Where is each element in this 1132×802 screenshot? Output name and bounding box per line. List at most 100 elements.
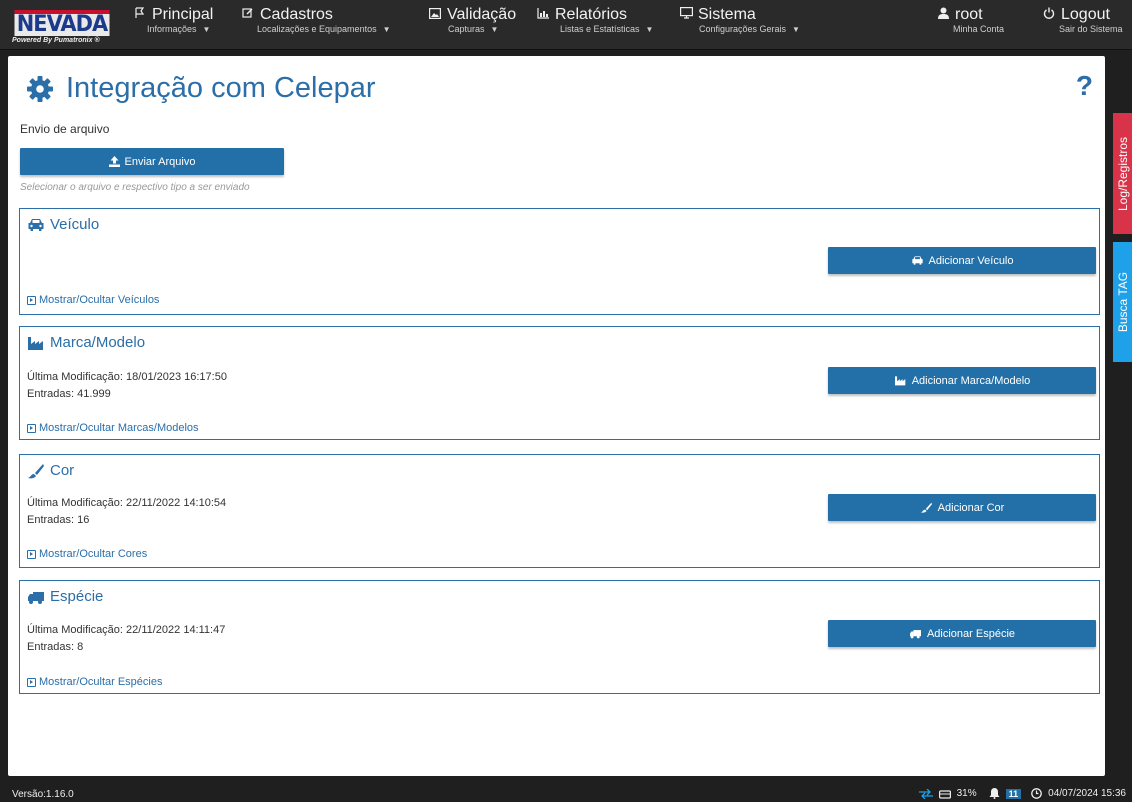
toggle-especies-label: Mostrar/Ocultar Espécies <box>39 676 163 688</box>
enviar-arquivo-label: Enviar Arquivo <box>124 155 196 168</box>
cor-last-modified: Última Modificação: 22/11/2022 14:10:54 <box>27 497 227 509</box>
transfer-icon[interactable] <box>918 788 933 799</box>
paint-brush-icon <box>28 463 44 478</box>
toggle-marcas-link[interactable]: Mostrar/Ocultar Marcas/Modelos <box>27 422 199 434</box>
nav-user-label: root <box>955 6 983 23</box>
nav-logout[interactable]: Logout Sair do Sistema <box>1042 6 1123 46</box>
chevron-down-icon: ▼ <box>645 25 654 34</box>
nav-validacao-sub: Capturas <box>448 24 485 34</box>
chevron-down-icon: ▼ <box>792 25 800 34</box>
hard-drive-icon <box>938 789 951 799</box>
section-marca-modelo: Marca/Modelo Última Modificação: 18/01/2… <box>19 326 1100 440</box>
toggle-square-icon <box>27 423 36 433</box>
toggle-cores-label: Mostrar/Ocultar Cores <box>39 548 148 560</box>
section-cor: Cor Última Modificação: 22/11/2022 14:10… <box>19 454 1100 568</box>
page-title-text: Integração com Celepar <box>66 72 376 104</box>
add-marca-modelo-button[interactable]: Adicionar Marca/Modelo <box>828 367 1096 394</box>
section-cor-title-text: Cor <box>50 462 75 479</box>
enviar-arquivo-button[interactable]: Enviar Arquivo <box>20 148 284 175</box>
nav-principal-label: Principal <box>152 6 214 23</box>
marca-last-modified: Última Modificação: 18/01/2023 16:17:50 <box>27 371 227 383</box>
page-title: Integração com Celepar <box>26 72 376 105</box>
busca-tag-tab[interactable]: Busca TAG <box>1113 242 1132 362</box>
nav-user-sub: Minha Conta <box>953 24 1005 34</box>
truck-icon <box>28 591 44 604</box>
bar-chart-icon <box>536 6 550 24</box>
section-marca-title-text: Marca/Modelo <box>50 334 146 351</box>
nav-logout-label: Logout <box>1061 6 1110 23</box>
section-especie-title: Espécie <box>27 588 103 605</box>
especie-last-modified: Última Modificação: 22/11/2022 14:11:47 <box>27 624 226 636</box>
nevada-logo[interactable]: NEVADA Powered By Pumatronix ® <box>12 6 114 46</box>
nav-relatorios[interactable]: Relatórios Listas e Estatísticas ▼ <box>536 6 653 46</box>
add-cor-button[interactable]: Adicionar Cor <box>828 494 1096 521</box>
car-icon <box>911 256 923 265</box>
nav-principal-sub: Informações <box>147 24 197 34</box>
main-panel: Integração com Celepar ? Envio de arquiv… <box>8 56 1105 776</box>
nav-logout-sub: Sair do Sistema <box>1059 24 1123 34</box>
add-marca-label: Adicionar Marca/Modelo <box>911 374 1031 387</box>
section-especie-info: Última Modificação: 22/11/2022 14:11:47 … <box>27 622 225 656</box>
section-marca-info: Última Modificação: 18/01/2023 16:17:50 … <box>27 369 227 403</box>
toggle-veiculos-link[interactable]: Mostrar/Ocultar Veículos <box>27 294 159 306</box>
toggle-square-icon <box>27 549 36 559</box>
nav-validacao[interactable]: Validação Capturas ▼ <box>428 6 516 46</box>
nav-cadastros-label: Cadastros <box>260 6 333 23</box>
nav-user[interactable]: root Minha Conta <box>936 6 1004 46</box>
toggle-square-icon <box>27 677 36 687</box>
section-veiculo-title-text: Veículo <box>50 216 100 233</box>
logo-wordmark: NEVADA <box>14 10 110 36</box>
help-icon[interactable]: ? <box>1076 70 1093 102</box>
nav-relatorios-sub: Listas e Estatísticas <box>560 24 640 34</box>
add-veiculo-button[interactable]: Adicionar Veículo <box>828 247 1096 274</box>
section-veiculo-title: Veículo <box>27 216 99 233</box>
nav-principal[interactable]: Principal Informações ▼ <box>133 6 213 46</box>
car-icon <box>28 218 44 231</box>
nav-cadastros[interactable]: Cadastros Localizações e Equipamentos ▼ <box>241 6 391 46</box>
power-icon <box>1042 6 1056 24</box>
industry-icon <box>28 336 43 350</box>
logo-subtitle: Powered By Pumatronix ® <box>12 37 100 44</box>
top-navbar: NEVADA Powered By Pumatronix ® Principal… <box>0 0 1132 50</box>
toggle-cores-link[interactable]: Mostrar/Ocultar Cores <box>27 548 147 560</box>
section-cor-title: Cor <box>27 462 74 479</box>
section-especie: Espécie Última Modificação: 22/11/2022 1… <box>19 580 1100 694</box>
edit-icon <box>241 6 255 24</box>
notification-badge[interactable]: 11 <box>1005 788 1022 799</box>
truck-icon <box>909 630 921 639</box>
toggle-veiculos-label: Mostrar/Ocultar Veículos <box>39 294 160 306</box>
toggle-especies-link[interactable]: Mostrar/Ocultar Espécies <box>27 676 162 688</box>
add-cor-label: Adicionar Cor <box>937 501 1005 514</box>
nav-sistema[interactable]: Sistema Configurações Gerais ▼ <box>679 6 800 46</box>
log-registros-label: Log/Registros <box>1116 136 1131 211</box>
bell-icon[interactable] <box>989 788 1000 799</box>
add-especie-button[interactable]: Adicionar Espécie <box>828 620 1096 647</box>
section-cor-info: Última Modificação: 22/11/2022 14:10:54 … <box>27 495 226 529</box>
section-veiculo: Veículo Adicionar Veículo Mostrar/Oculta… <box>19 208 1100 315</box>
toggle-marcas-label: Mostrar/Ocultar Marcas/Modelos <box>39 422 199 434</box>
datetime-text: 04/07/2024 15:36 <box>1048 788 1126 799</box>
busca-tag-label: Busca TAG <box>1116 271 1130 333</box>
industry-icon <box>894 376 905 386</box>
paint-brush-icon <box>920 502 932 513</box>
upload-icon <box>108 156 120 167</box>
nav-sistema-label: Sistema <box>698 6 756 23</box>
chevron-down-icon: ▼ <box>202 25 211 34</box>
status-area: 31% 11 04/07/2024 15:36 <box>918 788 1126 799</box>
section-especie-title-text: Espécie <box>50 588 104 605</box>
version-text: Versão:1.16.0 <box>12 789 74 800</box>
add-veiculo-label: Adicionar Veículo <box>928 254 1014 267</box>
section-marca-title: Marca/Modelo <box>27 334 145 351</box>
nav-cadastros-sub: Localizações e Equipamentos <box>257 24 377 34</box>
nav-sistema-sub: Configurações Gerais <box>699 24 787 34</box>
footer-bar: Versão:1.16.0 31% 11 04/07/2024 15:36 <box>0 786 1132 802</box>
upload-helper-text: Selecionar o arquivo e respectivo tipo a… <box>20 182 250 193</box>
envio-label: Envio de arquivo <box>20 122 110 136</box>
especie-entries: Entradas: 8 <box>27 641 84 653</box>
toggle-square-icon <box>27 295 36 305</box>
clock-icon <box>1031 788 1042 799</box>
image-icon <box>428 6 442 24</box>
chevron-down-icon: ▼ <box>382 25 391 34</box>
chevron-down-icon: ▼ <box>490 25 499 34</box>
log-registros-tab[interactable]: Log/Registros <box>1113 113 1132 234</box>
